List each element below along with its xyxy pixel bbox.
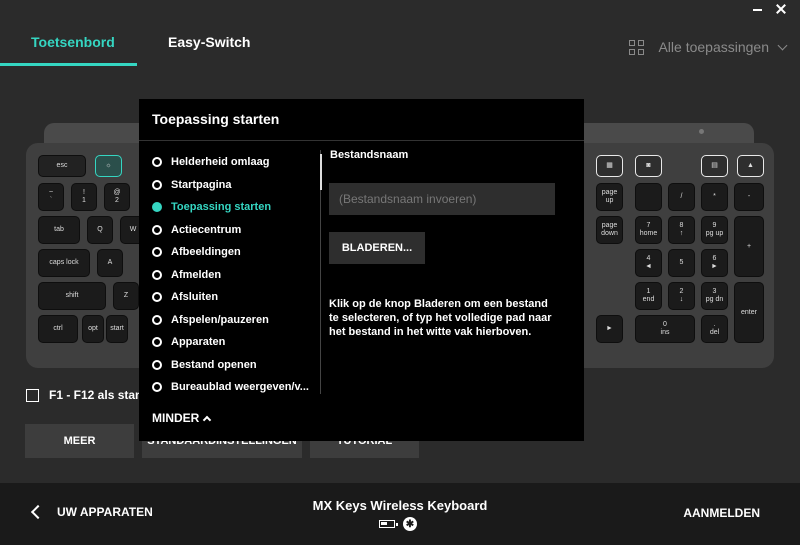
key-screenshot[interactable]: ◙ (635, 155, 662, 177)
radio-icon (152, 269, 162, 280)
tab-bar: Toetsenbord Easy-Switch (0, 22, 280, 66)
action-item[interactable]: Helderheid omlaag (152, 151, 322, 174)
radio-icon (152, 292, 162, 303)
filename-label: Bestandsnaam (330, 149, 409, 161)
modal-title: Toepassing starten (152, 111, 280, 127)
action-item-selected[interactable]: Toepassing starten (152, 196, 322, 219)
key-numpad-dot[interactable]: . del (701, 315, 728, 343)
key-minus[interactable]: - (734, 183, 764, 211)
battery-icon (379, 520, 398, 528)
key-2[interactable]: @2 (104, 183, 130, 211)
footer-bar: UW APPARATEN MX Keys Wireless Keyboard ✱… (0, 483, 800, 545)
calculator-icon: ▦ (606, 162, 613, 169)
chevron-down-icon (777, 40, 788, 50)
action-list[interactable]: Helderheid omlaag Startpagina Toepassing… (152, 151, 322, 399)
close-window-button[interactable] (776, 4, 786, 14)
apps-filter-label: Alle toepassingen (658, 39, 769, 55)
radio-icon (152, 359, 162, 370)
signin-button[interactable]: AANMELDEN (683, 506, 760, 520)
radio-icon (152, 337, 162, 348)
modal-divider (139, 140, 584, 141)
minimize-icon (752, 9, 762, 11)
bluetooth-icon: ✱ (403, 517, 417, 531)
key-numpad-3[interactable]: 3 pg dn (701, 282, 728, 310)
key-esc[interactable]: esc (38, 155, 86, 177)
fkeys-checkbox[interactable] (26, 388, 39, 402)
tab-easy-switch[interactable]: Easy-Switch (137, 22, 280, 66)
radio-icon (152, 157, 162, 168)
radio-selected-icon (152, 202, 162, 213)
browse-button[interactable]: BLADEREN... (329, 232, 425, 264)
tab-keyboard[interactable]: Toetsenbord (0, 22, 137, 66)
key-start[interactable]: start (106, 315, 128, 343)
key-right-arrow[interactable]: ► (596, 315, 623, 343)
minimize-button[interactable] (752, 4, 762, 14)
action-item[interactable]: Afspelen/pauzeren (152, 309, 322, 332)
key-backtick[interactable]: ~ ` (38, 183, 64, 211)
action-item[interactable]: Actiecentrum (152, 219, 322, 242)
device-status: ✱ (379, 517, 417, 531)
key-tab[interactable]: tab (38, 216, 80, 244)
radio-icon (152, 247, 162, 258)
app-window: Toetsenbord Easy-Switch Alle toepassinge… (0, 0, 800, 545)
action-item[interactable]: Afmelden (152, 264, 322, 287)
chevron-up-icon (203, 415, 212, 424)
key-menu[interactable]: ▤ (701, 155, 728, 177)
radio-icon (152, 314, 162, 325)
key-numpad-2[interactable]: 2 ↓ (668, 282, 695, 310)
action-item[interactable]: Apparaten (152, 331, 322, 354)
key-numpad-7[interactable]: 7 home (635, 216, 662, 244)
key-calculator[interactable]: ▦ (596, 155, 623, 177)
lock-icon: ▲ (747, 162, 754, 169)
camera-icon: ◙ (646, 162, 651, 169)
filename-input[interactable] (329, 183, 555, 215)
close-icon (776, 4, 786, 14)
window-controls (752, 4, 786, 14)
less-toggle[interactable]: MINDER (152, 411, 212, 425)
key-q[interactable]: Q (87, 216, 113, 244)
key-1[interactable]: ! 1 (71, 183, 97, 211)
key-slash[interactable]: / (668, 183, 695, 211)
key-z[interactable]: Z (113, 282, 139, 310)
key-star[interactable]: * (701, 183, 728, 211)
radio-icon (152, 224, 162, 235)
key-numpad-1[interactable]: 1 end (635, 282, 662, 310)
key-lock[interactable]: ▲ (737, 155, 764, 177)
radio-icon (152, 382, 162, 393)
action-item[interactable]: Bureaublad weergeven/v... (152, 376, 322, 399)
key-page-down[interactable]: page down (596, 216, 623, 244)
key-opt[interactable]: opt (82, 315, 104, 343)
device-name: MX Keys Wireless Keyboard (312, 498, 488, 513)
sun-icon: ☼ (105, 162, 112, 169)
menu-icon: ▤ (711, 162, 718, 169)
action-item[interactable]: Startpagina (152, 174, 322, 197)
key-numpad-9[interactable]: 9 pg up (701, 216, 728, 244)
key-numlock[interactable] (635, 183, 662, 211)
grid-icon (629, 39, 645, 55)
action-item[interactable]: Afbeeldingen (152, 241, 322, 264)
action-item[interactable]: Bestand openen (152, 354, 322, 377)
key-enter[interactable]: enter (734, 282, 764, 343)
key-numpad-8[interactable]: 8 ↑ (668, 216, 695, 244)
key-numpad-5[interactable]: 5 (668, 249, 695, 277)
key-f1-highlighted[interactable]: ☼ (95, 155, 122, 177)
key-numpad-4[interactable]: 4 ◄ (635, 249, 662, 277)
key-numpad-6[interactable]: 6 ► (701, 249, 728, 277)
key-caps-lock[interactable]: caps lock (38, 249, 90, 277)
radio-icon (152, 179, 162, 190)
key-a[interactable]: A (97, 249, 123, 277)
list-scrollbar-thumb[interactable] (320, 154, 322, 190)
action-picker-modal: Toepassing starten Helderheid omlaag Sta… (139, 99, 584, 441)
action-item[interactable]: Afsluiten (152, 286, 322, 309)
more-button[interactable]: MEER (25, 424, 134, 458)
key-numpad-0[interactable]: 0 ins (635, 315, 695, 343)
key-page-up[interactable]: page up (596, 183, 623, 211)
key-shift[interactable]: shift (38, 282, 106, 310)
fkeys-option[interactable]: F1 - F12 als standa (26, 388, 156, 402)
help-text: Klik op de knop Bladeren om een bestand … (329, 298, 552, 338)
key-ctrl[interactable]: ctrl (38, 315, 78, 343)
key-plus[interactable]: + (734, 216, 764, 277)
apps-filter-dropdown[interactable]: Alle toepassingen (629, 39, 788, 55)
